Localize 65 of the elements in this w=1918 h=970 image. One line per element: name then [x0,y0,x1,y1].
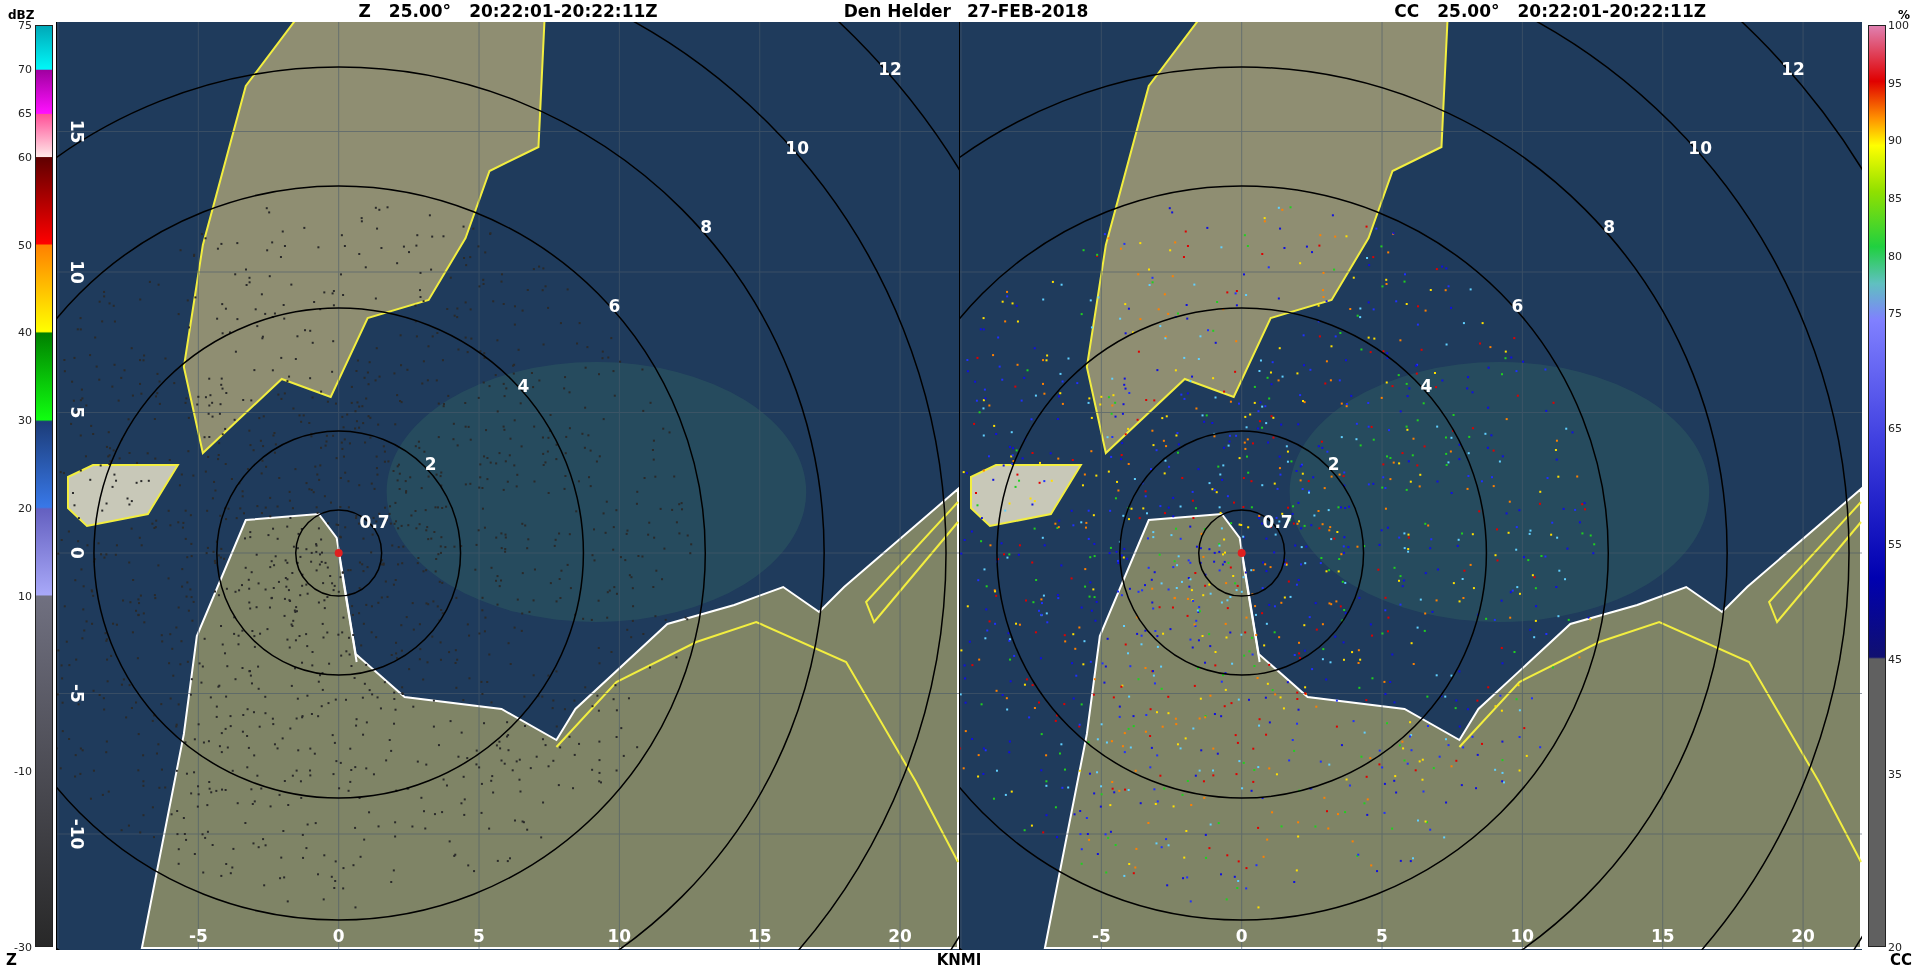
axis-tick-label: -5 [1091,926,1111,946]
radar-site-icon [334,549,343,557]
ring-label: 10 [785,138,809,158]
axis-tick-label: 20 [1791,926,1815,946]
scale-tick-label: 80 [1888,249,1902,262]
panel-title: 25.00° [1437,1,1500,21]
ring-label: 2 [424,454,437,474]
scale-tick-label: 90 [1888,133,1902,147]
axis-tick-label: 20 [888,926,912,946]
ring-label: 10 [1688,138,1712,158]
scale-tick-label: 35 [1888,767,1902,781]
scale-tick-label: 65 [1888,421,1902,435]
axis-tick-label: 0 [1235,926,1248,946]
scale-tick-label: 70 [18,62,32,76]
scale-tick-label: -30 [14,940,32,954]
scale-name: Z [6,951,17,969]
axis-tick-label: 0 [332,926,345,946]
ring-label: 6 [608,296,621,316]
ring-label: 8 [1603,217,1616,237]
axis-tick-label: -5 [188,926,208,946]
axis-tick-label: 10 [607,926,632,946]
ring-label: 6 [1511,296,1524,316]
scale-tick-label: 65 [18,106,32,120]
scale-tick-label: 95 [1888,76,1902,90]
ring-label: 8 [700,217,713,237]
axis-tick-label: 5 [1376,926,1388,946]
scale-tick-label: 45 [1888,652,1902,666]
scale-tick-label: 55 [1888,537,1902,551]
station-name: Den Helder [843,1,951,21]
panel-title: 20:22:01-20:22:11Z [1517,1,1707,21]
panel-title: 25.00° [388,1,452,21]
scale-name: CC [1889,951,1912,969]
scale-tick-label: 10 [18,589,32,603]
axis-tick-label: 0 [67,547,87,559]
scale-tick-label: 20 [18,501,32,515]
axis-tick-label: 5 [67,406,87,419]
axis-tick-label: -5 [67,684,87,703]
scale-tick-label: 75 [1888,306,1902,320]
ring-label: 12 [1781,59,1805,79]
scale-tick-label: 20 [1888,940,1902,954]
credit-label: KNMI [936,951,982,969]
scale-tick-label: -10 [14,764,32,778]
axis-tick-label: 15 [67,119,87,144]
axis-tick-label: -10 [67,818,87,850]
ring-label: 2 [1327,454,1340,474]
ring-label: 4 [1420,376,1433,396]
date-label: 27-FEB-2018 [967,1,1089,21]
ring-label: 0.7 [359,512,390,532]
ring-label: 12 [878,59,902,79]
panel-title: Z [358,1,371,21]
scale-tick-label: 85 [1888,191,1902,205]
scale-tick-label: 60 [18,150,32,164]
panel-title: CC [1394,1,1420,21]
scale-tick-label: 50 [18,238,32,251]
radar-site-icon [1237,549,1246,557]
axis-tick-label: 10 [1510,926,1535,946]
axis-tick-label: 10 [67,260,87,284]
ring-label: 0.7 [1262,512,1293,532]
axis-tick-label: 5 [473,926,485,946]
scale-tick-label: 40 [18,325,32,339]
scale-tick-label: 30 [18,413,32,427]
axis-tick-label: 15 [1650,926,1675,946]
panel-title: 20:22:01-20:22:11Z [469,1,658,21]
ring-label: 4 [517,376,530,396]
axis-tick-label: 15 [747,926,772,946]
